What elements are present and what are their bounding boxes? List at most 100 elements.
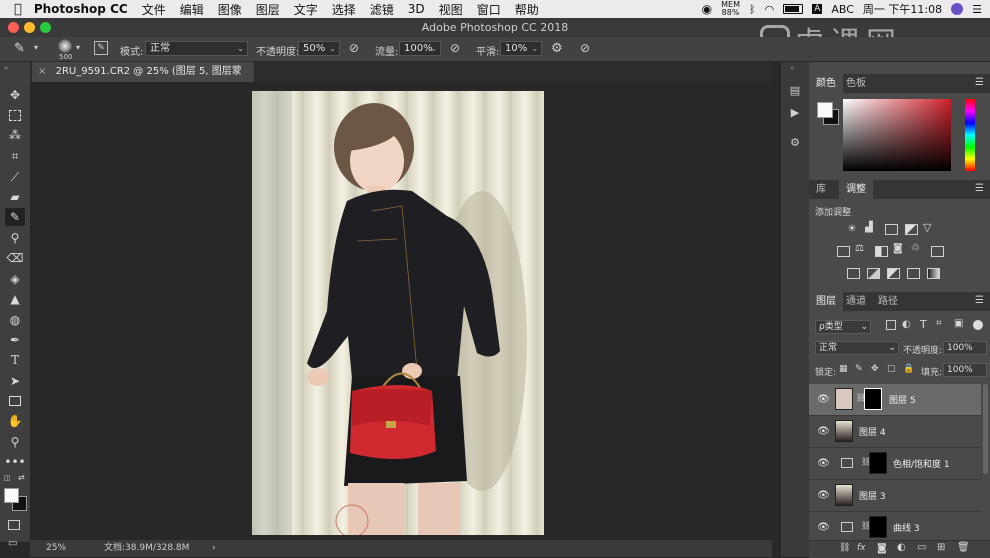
properties-icon[interactable]: ⚙ — [787, 136, 803, 152]
panel-menu-icon[interactable]: ☰ — [975, 295, 984, 306]
filter-smart-object-icon[interactable]: ▣ — [954, 318, 963, 329]
preset-caret-icon[interactable]: ▾ — [34, 43, 38, 52]
tab-color[interactable]: 颜色 — [809, 74, 843, 93]
layer-row[interactable]: 👁 图层 4 — [809, 416, 981, 448]
trash-icon[interactable]: 🗑 — [957, 542, 970, 553]
quick-mask-icon[interactable] — [8, 520, 20, 530]
selective-color-icon[interactable] — [907, 268, 920, 279]
layer-filter-dropdown[interactable]: ρ类型 ⌄ — [815, 320, 871, 334]
opacity-field[interactable]: 50% ⌄ — [298, 41, 340, 56]
brush-preview[interactable] — [58, 39, 72, 53]
healing-brush-tool-icon[interactable]: ▰ — [5, 188, 25, 206]
marquee-tool-icon[interactable] — [5, 106, 25, 124]
menu-app-name[interactable]: Photoshop CC — [34, 2, 128, 16]
clock[interactable]: 周一 下午11:08 — [863, 1, 942, 17]
magic-wand-tool-icon[interactable]: ⁂ — [5, 126, 25, 144]
menu-view[interactable]: 视图 — [439, 1, 463, 18]
fill-field[interactable]: 100% — [943, 363, 987, 377]
strip-collapse-icon[interactable]: « — [790, 64, 794, 72]
type-tool-icon[interactable]: T — [5, 351, 25, 369]
color-balance-icon[interactable]: ⚖ — [855, 243, 864, 254]
zoom-tool-icon[interactable]: ⚲ — [5, 433, 25, 451]
layers-scrollbar[interactable] — [983, 384, 988, 474]
default-colors-icon[interactable]: ◫ — [4, 474, 11, 482]
tab-paths[interactable]: 路径 — [871, 292, 905, 311]
color-picker-field[interactable] — [843, 99, 951, 171]
new-adjustment-icon[interactable]: ◐ — [897, 542, 906, 553]
pressure-size-icon[interactable]: ⊘ — [580, 41, 590, 55]
toolbar-collapse-icon[interactable]: » — [4, 64, 8, 72]
menu-image[interactable]: 图像 — [218, 1, 242, 18]
menu-help[interactable]: 帮助 — [515, 1, 539, 18]
layer-mask-thumbnail[interactable] — [869, 452, 887, 474]
tab-layers[interactable]: 图层 — [809, 292, 843, 311]
curves-icon[interactable] — [885, 224, 898, 235]
zoom-level[interactable]: 25% — [46, 540, 66, 557]
hue-slider[interactable] — [965, 99, 975, 171]
lock-position-icon[interactable]: ✥ — [871, 364, 879, 374]
move-tool-icon[interactable]: ✥ — [5, 86, 25, 104]
brush-tool-icon[interactable]: ✎ — [5, 208, 25, 226]
add-mask-icon[interactable]: ◙ — [877, 543, 887, 554]
levels-icon[interactable]: ▟ — [865, 222, 873, 233]
gradient-map-icon[interactable] — [927, 268, 940, 279]
layer-row[interactable]: 👁 ⛓ 图层 5 — [809, 384, 981, 416]
visibility-eye-icon[interactable]: 👁 — [817, 426, 830, 437]
mode-dropdown[interactable]: 正常 ⌄ — [145, 41, 248, 56]
brush-tool-preset-icon[interactable]: ✎ — [14, 41, 25, 56]
menu-select[interactable]: 选择 — [332, 1, 356, 18]
paint-bucket-tool-icon[interactable]: ◈ — [5, 270, 25, 288]
document-tab[interactable]: × 2RU_9591.CR2 @ 25% (图层 5, 图层蒙版/8) * — [32, 62, 254, 97]
new-layer-icon[interactable]: ⊞ — [937, 542, 945, 553]
lock-all-icon[interactable]: 🔒 — [903, 364, 914, 374]
flow-field[interactable]: 100% ⌄ — [399, 41, 441, 56]
airbrush-icon[interactable]: ⊘ — [450, 41, 460, 55]
exposure-icon[interactable] — [905, 224, 918, 235]
link-layers-icon[interactable]: ⛓ — [839, 543, 850, 553]
menu-type[interactable]: 文字 — [294, 1, 318, 18]
lock-pixels-icon[interactable]: ✎ — [855, 364, 863, 374]
apple-icon[interactable]:  — [14, 2, 22, 17]
new-group-icon[interactable]: ▭ — [917, 542, 926, 553]
record-icon[interactable]: ◉ — [702, 2, 712, 16]
layer-style-icon[interactable]: fx — [857, 543, 866, 553]
visibility-eye-icon[interactable]: 👁 — [817, 522, 830, 533]
menu-edit[interactable]: 编辑 — [180, 1, 204, 18]
clone-stamp-tool-icon[interactable]: ⚲ — [5, 229, 25, 247]
document-photo[interactable] — [252, 91, 544, 535]
channel-mixer-icon[interactable]: ♲ — [911, 243, 920, 254]
pen-tool-icon[interactable]: ✒ — [5, 331, 25, 349]
gear-icon[interactable]: ⚙ — [551, 41, 563, 56]
tab-swatches[interactable]: 色板 — [839, 74, 873, 93]
list-icon[interactable]: ☰ — [972, 3, 982, 16]
hand-tool-icon[interactable]: ✋ — [5, 412, 25, 430]
filter-toggle[interactable] — [973, 320, 983, 330]
user-icon[interactable] — [951, 3, 964, 15]
layer-name[interactable]: 曲线 3 — [893, 521, 920, 534]
lock-artboard-icon[interactable]: ▢ — [887, 364, 896, 374]
black-white-icon[interactable] — [875, 246, 888, 257]
menu-file[interactable]: 文件 — [142, 1, 166, 18]
zoom-window-button[interactable] — [40, 22, 51, 33]
visibility-eye-icon[interactable]: 👁 — [817, 490, 830, 501]
history-icon[interactable]: ▤ — [787, 84, 803, 100]
photo-filter-icon[interactable]: ◙ — [893, 243, 903, 254]
layer-name[interactable]: 图层 4 — [859, 425, 886, 438]
actions-play-icon[interactable]: ▶ — [787, 106, 803, 122]
blur-tool-icon[interactable]: ▲ — [5, 290, 25, 308]
minimize-window-button[interactable] — [24, 22, 35, 33]
threshold-icon[interactable] — [887, 268, 900, 279]
menu-layer[interactable]: 图层 — [256, 1, 280, 18]
foreground-color-swatch[interactable] — [4, 488, 19, 503]
smoothing-field[interactable]: 10% ⌄ — [500, 41, 542, 56]
filter-shape-icon[interactable]: ⌗ — [936, 318, 942, 329]
keyboard-a-icon[interactable]: A — [812, 4, 823, 14]
path-selection-tool-icon[interactable]: ➤ — [5, 372, 25, 390]
input-source[interactable]: ABC — [831, 3, 854, 16]
filter-pixel-icon[interactable] — [886, 320, 896, 330]
menu-3d[interactable]: 3D — [408, 2, 425, 16]
panel-menu-icon[interactable]: ☰ — [975, 77, 984, 88]
close-tab-icon[interactable]: × — [38, 66, 46, 77]
invert-icon[interactable] — [847, 268, 860, 279]
crop-tool-icon[interactable]: ⌗ — [5, 147, 25, 165]
